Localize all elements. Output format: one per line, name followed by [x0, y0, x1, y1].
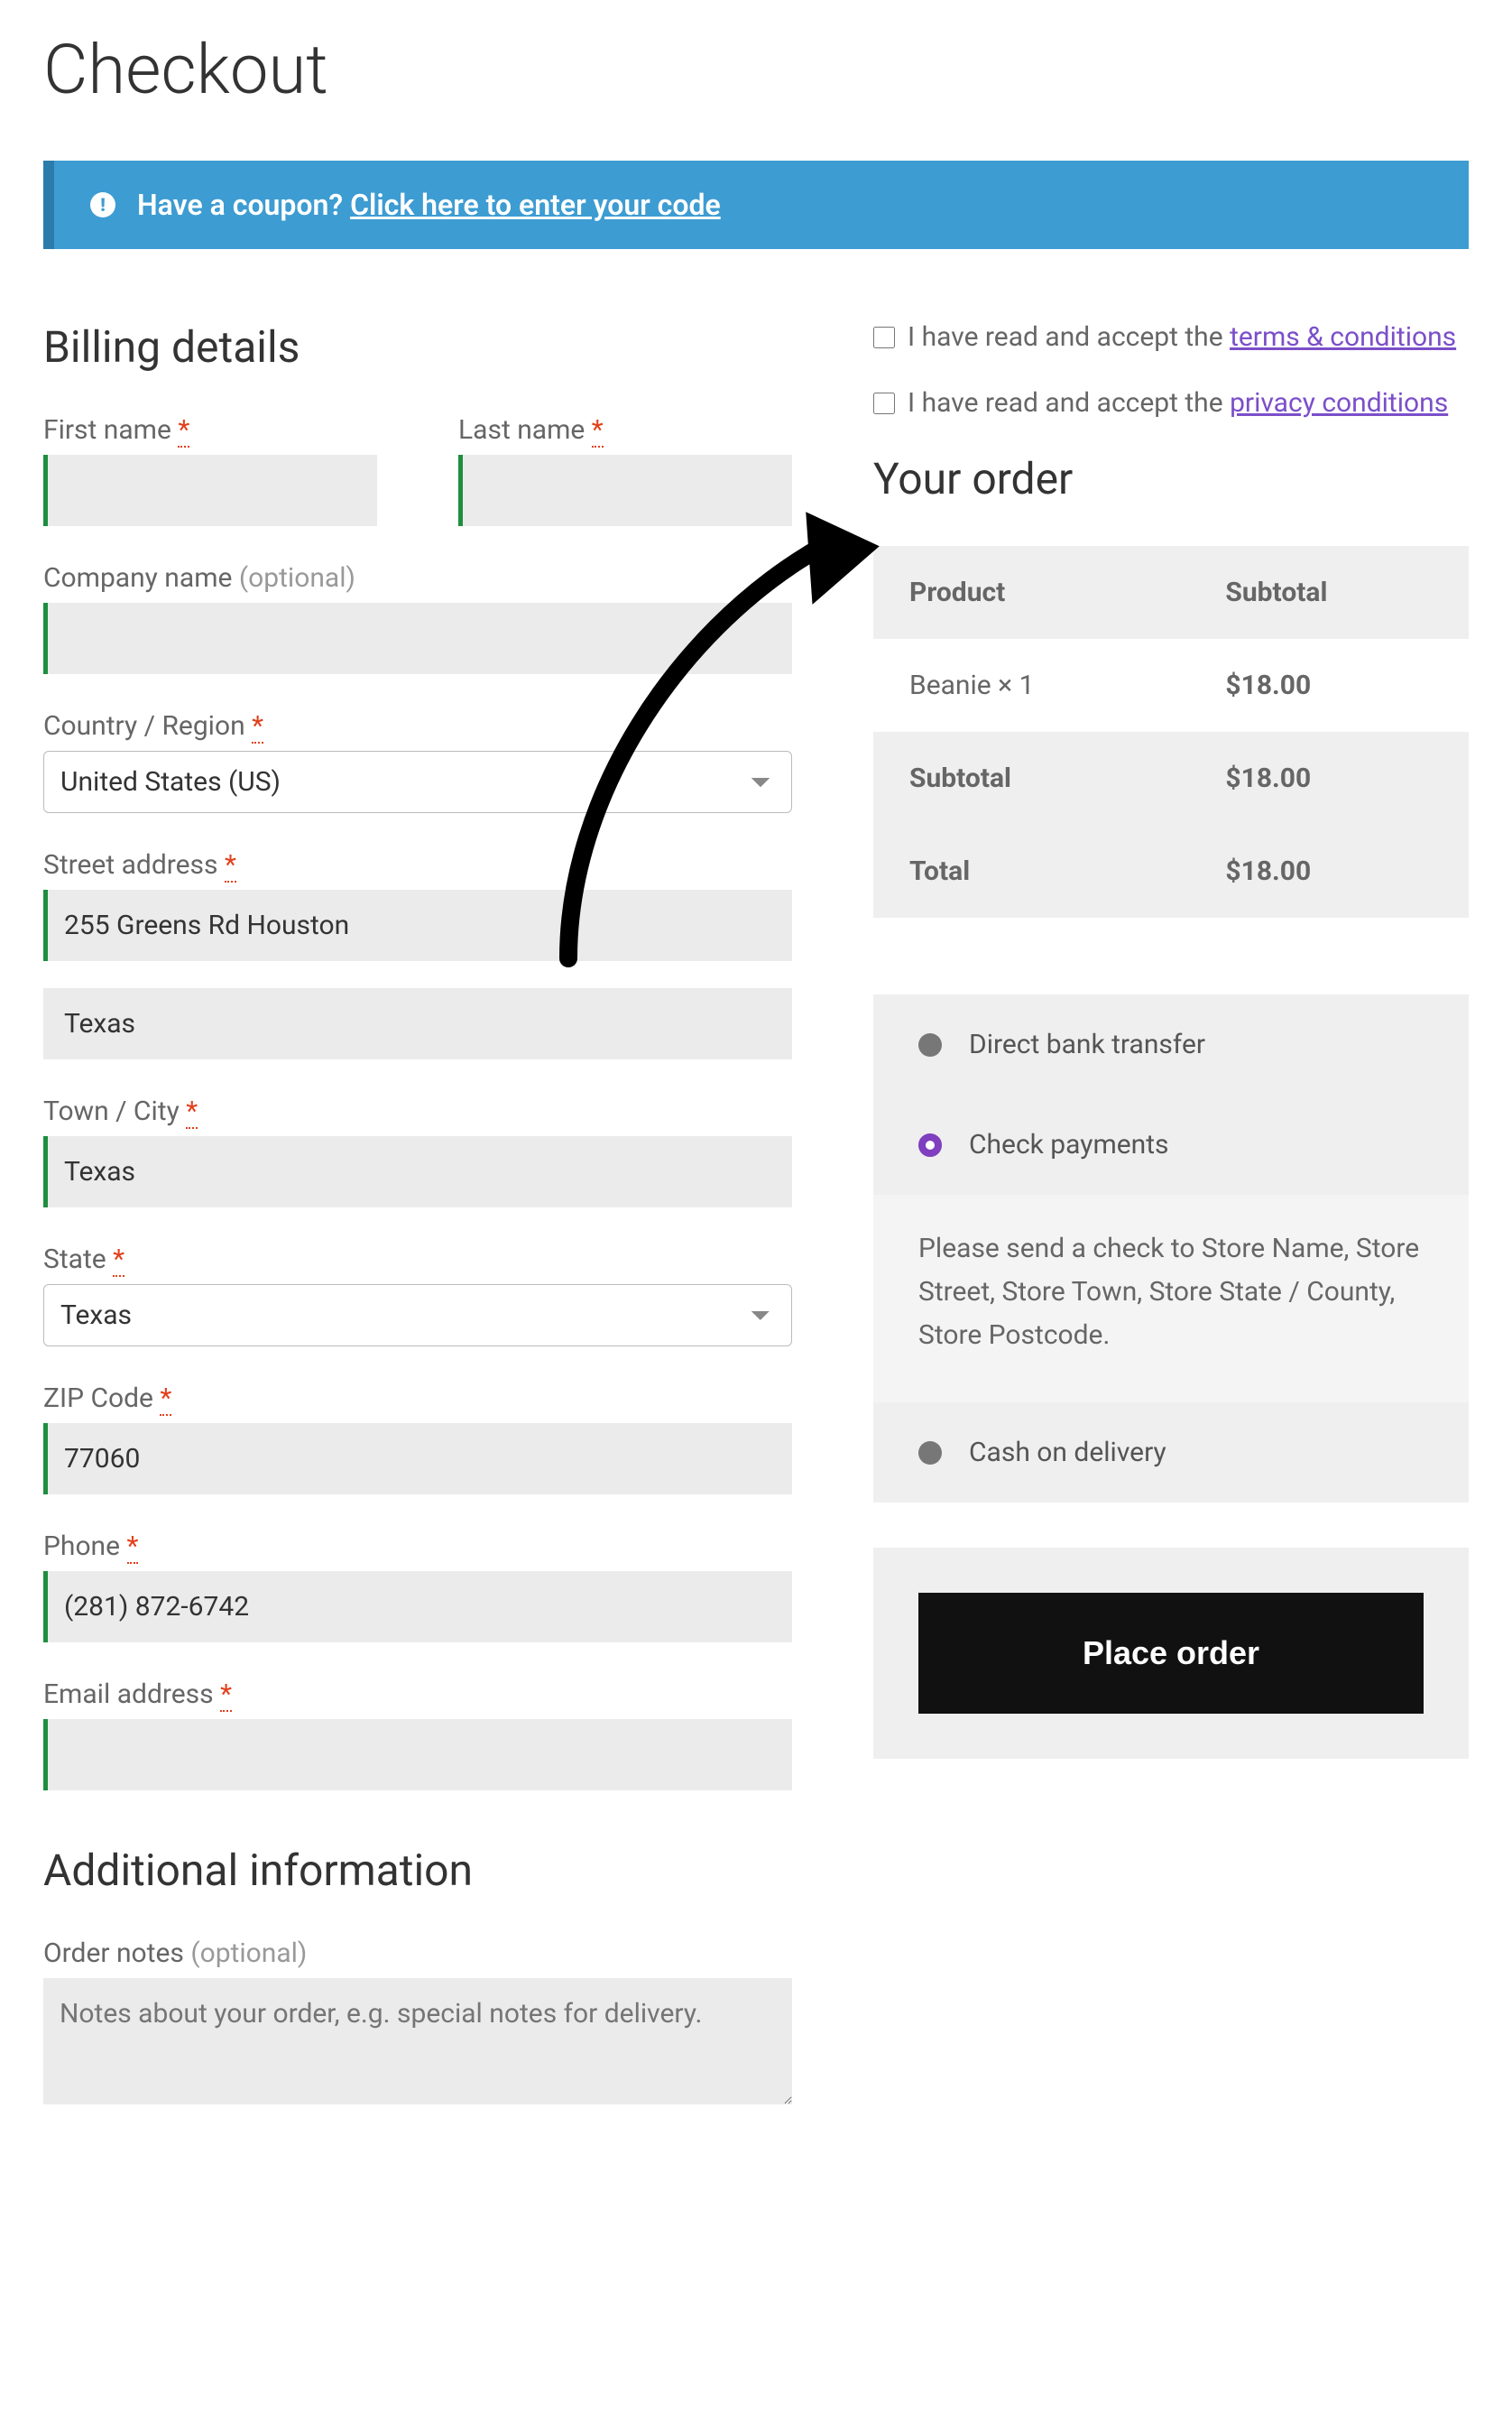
coupon-banner: ! Have a coupon? Click here to enter you…: [43, 161, 1469, 249]
subtotal-value: $18.00: [1189, 732, 1469, 825]
line-item-name: Beanie × 1: [873, 639, 1189, 732]
email-input[interactable]: [43, 1719, 792, 1790]
page-title: Checkout: [43, 29, 1469, 110]
country-select[interactable]: United States (US): [43, 751, 792, 813]
coupon-question: Have a coupon?: [137, 188, 343, 222]
privacy-checkbox[interactable]: [873, 393, 895, 414]
street-input-2[interactable]: [43, 988, 792, 1059]
zip-input[interactable]: [43, 1423, 792, 1494]
order-header-product: Product: [873, 546, 1189, 639]
first-name-input[interactable]: [43, 455, 377, 526]
privacy-prefix: I have read and accept the: [908, 387, 1230, 419]
terms-link[interactable]: terms & conditions: [1230, 321, 1456, 353]
radio-icon: [918, 1133, 942, 1157]
subtotal-label: Subtotal: [873, 732, 1189, 825]
state-select[interactable]: Texas: [43, 1284, 792, 1346]
order-header-subtotal: Subtotal: [1189, 546, 1469, 639]
payment-block: Direct bank transfer Check payments Plea…: [873, 994, 1469, 1503]
company-input[interactable]: [43, 603, 792, 674]
pay-option-bank-label: Direct bank transfer: [969, 1029, 1205, 1060]
order-notes-input[interactable]: [43, 1978, 792, 2104]
total-label: Total: [873, 825, 1189, 918]
radio-icon: [918, 1441, 942, 1465]
terms-prefix: I have read and accept the: [908, 321, 1230, 353]
pay-check-description: Please send a check to Store Name, Store…: [873, 1195, 1469, 1402]
privacy-consent-row: I have read and accept the privacy condi…: [873, 387, 1469, 419]
info-icon: !: [90, 192, 115, 217]
city-label: Town / City *: [43, 1096, 792, 1127]
billing-heading: Billing details: [43, 321, 792, 373]
last-name-input[interactable]: [458, 455, 792, 526]
email-label: Email address *: [43, 1678, 792, 1710]
pay-option-cod[interactable]: Cash on delivery: [873, 1402, 1469, 1503]
order-notes-label: Order notes (optional): [43, 1937, 792, 1969]
table-row: Subtotal $18.00: [873, 732, 1469, 825]
place-order-wrap: Place order: [873, 1548, 1469, 1759]
order-heading: Your order: [873, 453, 1469, 504]
pay-option-check[interactable]: Check payments: [873, 1095, 1469, 1195]
pay-option-cod-label: Cash on delivery: [969, 1437, 1166, 1468]
order-table: Product Subtotal Beanie × 1 $18.00 Subto…: [873, 546, 1469, 918]
last-name-label: Last name *: [458, 414, 792, 446]
additional-heading: Additional information: [43, 1845, 792, 1896]
country-label: Country / Region *: [43, 710, 792, 742]
place-order-button[interactable]: Place order: [918, 1593, 1424, 1714]
total-value: $18.00: [1189, 825, 1469, 918]
phone-input[interactable]: [43, 1571, 792, 1642]
line-item-price: $18.00: [1189, 639, 1469, 732]
company-label: Company name (optional): [43, 562, 792, 594]
street-label: Street address *: [43, 849, 792, 881]
terms-consent-row: I have read and accept the terms & condi…: [873, 321, 1469, 353]
phone-label: Phone *: [43, 1530, 792, 1562]
terms-checkbox[interactable]: [873, 327, 895, 348]
city-input[interactable]: [43, 1136, 792, 1207]
table-row: Beanie × 1 $18.00: [873, 639, 1469, 732]
zip-label: ZIP Code *: [43, 1382, 792, 1414]
privacy-link[interactable]: privacy conditions: [1230, 387, 1448, 419]
table-row: Total $18.00: [873, 825, 1469, 918]
pay-option-bank[interactable]: Direct bank transfer: [873, 994, 1469, 1095]
coupon-link[interactable]: Click here to enter your code: [350, 188, 721, 222]
pay-option-check-label: Check payments: [969, 1129, 1169, 1161]
radio-icon: [918, 1033, 942, 1057]
street-input-1[interactable]: [43, 890, 792, 961]
state-label: State *: [43, 1244, 792, 1275]
first-name-label: First name *: [43, 414, 377, 446]
